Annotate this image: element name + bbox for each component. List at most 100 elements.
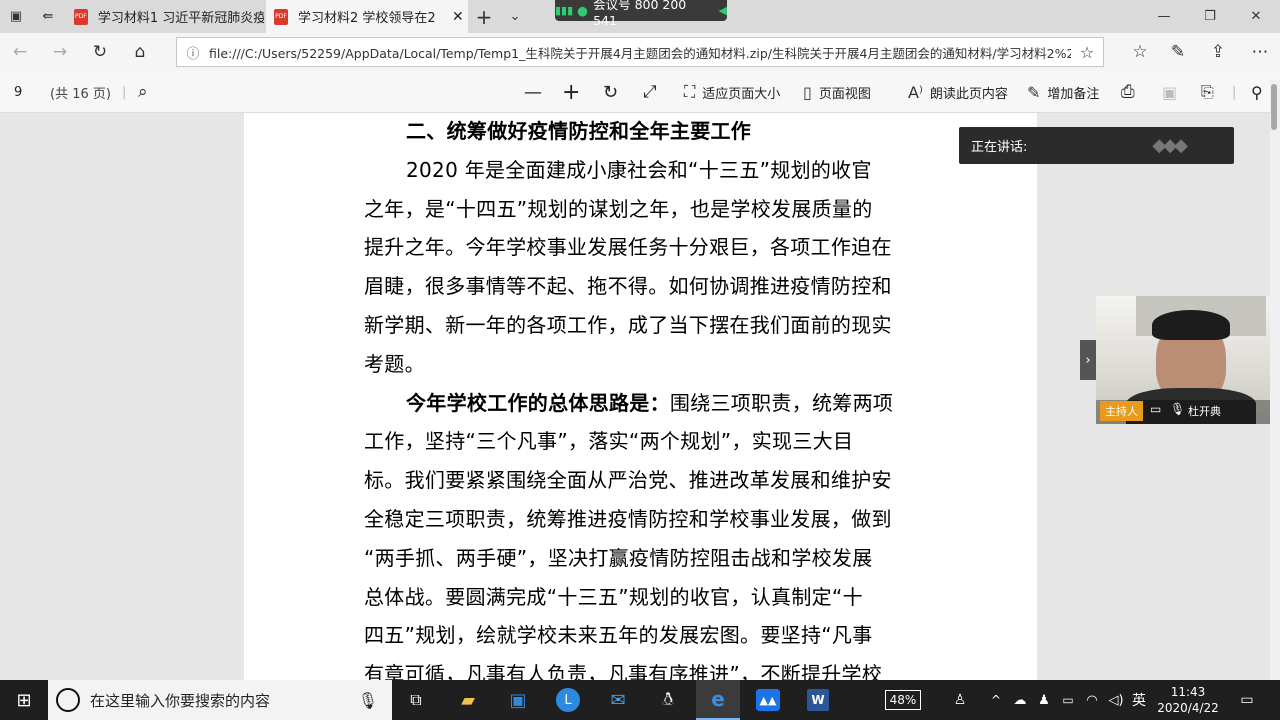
set-tabs-aside-icon[interactable]: ⇚ (32, 0, 64, 33)
onedrive-icon[interactable]: ☁ (1010, 680, 1030, 720)
pdf-page: 二、统筹做好疫情防控和全年主要工作 2020 年是全面建成小康社会和“十三五”规划… (244, 113, 1037, 680)
divider: | (122, 84, 127, 100)
refresh-icon[interactable]: ↻ (80, 33, 120, 71)
volume-icon[interactable]: ◁) (1106, 680, 1126, 720)
speaking-label: 正在讲话: (971, 140, 1028, 155)
print-icon[interactable]: ⎙ (1121, 71, 1135, 113)
pin-toolbar-icon[interactable]: ⚲ (1251, 71, 1263, 113)
cortana-icon (56, 688, 80, 712)
document-line: 2020 年是全面建成小康社会和“十三五”规划的收官 (406, 157, 872, 182)
document-line: 二、统筹做好疫情防控和全年主要工作 (406, 119, 752, 143)
meeting-id: 会议号 800 200 541 (593, 0, 687, 28)
pdf-toolbar: 9 (共 16 页) | ⌕ — + ↻ ⤢ ⛶ 适应页面大小 ▯ 页面视图 A… (0, 71, 1280, 113)
save-as-icon[interactable]: ⎘ (1201, 71, 1214, 113)
add-note-label: 增加备注 (1047, 86, 1100, 102)
read-aloud-button[interactable]: A⁾ 朗读此页内容 (908, 71, 1008, 113)
mail-icon[interactable]: ✉ (596, 680, 640, 720)
tab-actions-icon[interactable]: ▣ (0, 0, 32, 33)
pdf-icon: PDF (274, 8, 288, 25)
clock[interactable]: 11:43 2020/4/22 (1152, 680, 1224, 720)
search-icon[interactable]: ⌕ (138, 71, 148, 113)
minimize-icon[interactable]: — (1141, 0, 1187, 33)
tab-list-chevron-icon[interactable]: ⌄ (500, 0, 530, 33)
more-icon[interactable]: ⋯ (1240, 33, 1280, 71)
task-view-icon[interactable]: ⧉ (394, 680, 438, 720)
battery-indicator[interactable]: 48% (880, 680, 926, 720)
taskbar-search-box[interactable]: 在这里输入你要搜索的内容 🎙︎ (48, 680, 392, 720)
page-view-button[interactable]: ▯ 页面视图 (803, 71, 871, 113)
new-tab-icon[interactable]: + (470, 0, 498, 33)
tab-study-material-1[interactable]: PDF 学习材料1 习近平新冠肺炎疫 (66, 0, 264, 33)
notifications-icon[interactable]: ▭ (1234, 680, 1260, 720)
pen-note-icon: ✎ (1027, 82, 1041, 102)
people-icon[interactable]: ♙ (946, 680, 974, 720)
video-panel[interactable]: 主持人 ▭ 🎙︎ 杜开典 (1096, 296, 1280, 424)
speaking-indicator: 正在讲话: ◆◆◆ (959, 127, 1234, 164)
rotate-icon[interactable]: ↻ (603, 71, 618, 113)
tab-study-material-2[interactable]: PDF 学习材料2 学校领导在2 ✕ (266, 0, 468, 33)
file-explorer-icon[interactable]: ▰ (446, 680, 490, 720)
windows-start-icon[interactable]: ⊞ (0, 680, 48, 720)
store-icon[interactable]: ▣ (496, 680, 540, 720)
lenovo-app-icon[interactable]: L (546, 680, 590, 720)
signal-icon: ▮▮▮ (555, 4, 574, 17)
info-icon: ⓘ (186, 46, 200, 62)
close-window-icon[interactable]: ✕ (1233, 0, 1279, 33)
participant-name: 杜开典 (1188, 405, 1221, 418)
pen-icon[interactable]: ✎ (1158, 33, 1198, 71)
screen-share-icon: ▭ (1150, 402, 1162, 416)
ime-indicator[interactable]: 英 (1128, 680, 1150, 720)
page-view-icon: ▯ (803, 82, 812, 102)
document-line: 今年学校工作的总体思路是：围绕三项职责，统筹两项 (406, 387, 893, 416)
fit-page-button[interactable]: ⛶ 适应页面大小 (684, 71, 780, 113)
page-total: (共 16 页) (50, 86, 111, 102)
pdf-icon: PDF (74, 8, 88, 25)
scrollbar-thumb[interactable] (1271, 84, 1277, 130)
zoom-out-icon[interactable]: — (524, 71, 542, 113)
restore-icon[interactable]: ❐ (1187, 0, 1233, 33)
show-hidden-icons-chevron-icon[interactable]: ^ (986, 680, 1006, 720)
document-line: 有章可循，凡事有人负责，凡事有序推进”，不断提升学校 (364, 662, 883, 680)
collapse-video-chevron-icon[interactable]: › (1080, 340, 1096, 380)
microphone-icon: 🎙︎ (1170, 402, 1186, 416)
zoom-in-icon[interactable]: + (562, 71, 580, 113)
participant-hair (1152, 310, 1230, 340)
qq-icon[interactable]: 🐧︎ (646, 680, 690, 720)
fit-page-icon: ⛶ (684, 82, 696, 101)
document-line: “两手抓、两手硬”，坚决打赢疫情防控阻击战和学校发展 (364, 545, 873, 570)
document-line-bold: 今年学校工作的总体思路是： (406, 390, 670, 415)
battery-tray-icon[interactable]: ▭ (1058, 680, 1078, 720)
document-line: 标。我们要紧紧围绕全面从严治党、推进改革发展和维护安 (364, 468, 892, 493)
back-icon[interactable]: ← (0, 33, 40, 71)
search-placeholder: 在这里输入你要搜索的内容 (90, 691, 271, 710)
tab-label: 学习材料1 习近平新冠肺炎疫 (97, 11, 264, 26)
meeting-app-icon[interactable]: ▲▲ (746, 680, 790, 720)
document-line: 之年，是“十四五”规划的谋划之年，也是学校发展质量的 (364, 196, 873, 221)
url-text: file:///C:/Users/52259/AppData/Local/Tem… (209, 45, 1071, 61)
microphone-icon[interactable]: 🎙︎ (358, 691, 378, 710)
home-icon[interactable]: ⌂ (120, 33, 160, 71)
document-line: 提升之年。今年学校事业发展任务十分艰巨，各项工作迫在 (364, 235, 892, 260)
document-line: 考题。 (364, 351, 425, 376)
address-bar[interactable]: ⓘ file:///C:/Users/52259/AppData/Local/T… (176, 37, 1104, 67)
add-note-button[interactable]: ✎ 增加备注 (1027, 71, 1099, 113)
document-line: 新学期、新一年的各项工作，成了当下摆在我们面前的现实 (364, 313, 892, 337)
forward-icon[interactable]: → (40, 33, 80, 71)
word-icon[interactable]: W (796, 680, 840, 720)
clock-time: 11:43 (1170, 685, 1206, 699)
scrollbar[interactable] (1270, 80, 1280, 680)
star-icon[interactable]: ☆ (1071, 43, 1103, 62)
divider: | (1232, 84, 1237, 100)
page-number-input[interactable]: 9 (14, 71, 22, 113)
edge-browser-icon[interactable]: e (696, 680, 740, 720)
close-tab-icon[interactable]: ✕ (452, 9, 464, 25)
status-dot-icon: ● (577, 3, 589, 18)
meeting-id-banner[interactable]: ▮▮▮ ● 会议号 800 200 541 ◀ (555, 0, 727, 28)
wifi-icon[interactable]: ◠ (1082, 680, 1102, 720)
qq-tray-icon[interactable]: ♟ (1034, 680, 1054, 720)
share-icon[interactable]: ⇪ (1198, 33, 1238, 71)
document-line: 总体战。要圆满完成“十三五”规划的收官，认真制定“十 (364, 584, 863, 609)
favorites-icon[interactable]: ☆ (1120, 33, 1160, 71)
page-view-label: 页面视图 (818, 86, 871, 102)
fullscreen-icon[interactable]: ⤢ (643, 71, 657, 113)
